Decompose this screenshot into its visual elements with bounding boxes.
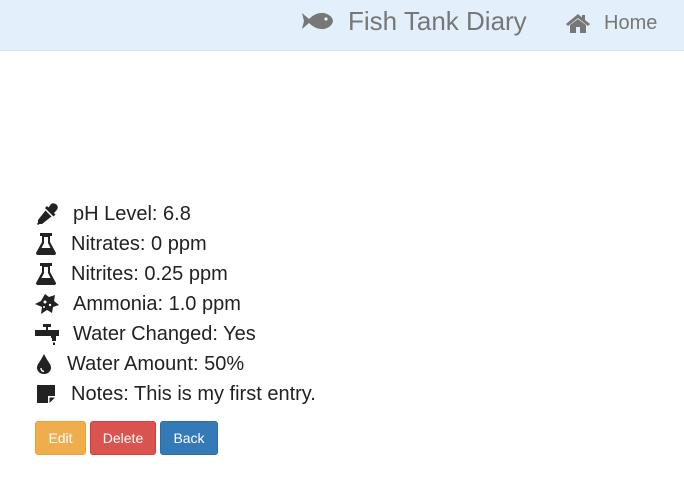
- nitrites-row: Nitrites: 0.25 ppm: [35, 259, 655, 289]
- navbar: Fish Tank Diary Home: [0, 0, 684, 51]
- brand-title: Fish Tank Diary: [348, 5, 527, 36]
- home-icon: [566, 14, 590, 33]
- entry-details: pH Level: 6.8 Nitrates: 0 ppm Nitrites: …: [35, 199, 655, 409]
- faucet-icon: [35, 323, 59, 345]
- water-amount-value: Water Amount: 50%: [67, 352, 245, 375]
- brand[interactable]: Fish Tank Diary: [300, 5, 527, 37]
- sticky-note-icon: [35, 383, 57, 405]
- back-button[interactable]: Back: [160, 421, 218, 455]
- bacteria-icon: [35, 293, 59, 315]
- nitrites-value: Nitrites: 0.25 ppm: [71, 262, 228, 285]
- ammonia-value: Ammonia: 1.0 ppm: [73, 292, 241, 315]
- ph-level: pH Level: 6.8: [73, 202, 191, 225]
- flask-icon: [35, 263, 57, 285]
- fish-icon: [302, 12, 333, 30]
- notes-row: Notes: This is my first entry.: [35, 379, 655, 409]
- ammonia-row: Ammonia: 1.0 ppm: [35, 289, 655, 319]
- nitrates-row: Nitrates: 0 ppm: [35, 229, 655, 259]
- nitrates-value: Nitrates: 0 ppm: [71, 232, 207, 255]
- flask-icon: [35, 233, 57, 255]
- delete-button[interactable]: Delete: [90, 421, 156, 455]
- water-amount-row: Water Amount: 50%: [35, 349, 655, 379]
- home-link[interactable]: Home: [566, 9, 657, 37]
- water-changed-value: Water Changed: Yes: [73, 322, 256, 345]
- edit-button[interactable]: Edit: [35, 421, 86, 455]
- eyedropper-icon: [35, 203, 59, 225]
- droplet-icon: [35, 353, 53, 375]
- water-changed-row: Water Changed: Yes: [35, 319, 655, 349]
- notes-value: Notes: This is my first entry.: [71, 382, 316, 405]
- home-label: Home: [604, 11, 658, 34]
- ph-row: pH Level: 6.8: [35, 199, 655, 229]
- action-buttons: Edit Delete Back: [35, 421, 218, 455]
